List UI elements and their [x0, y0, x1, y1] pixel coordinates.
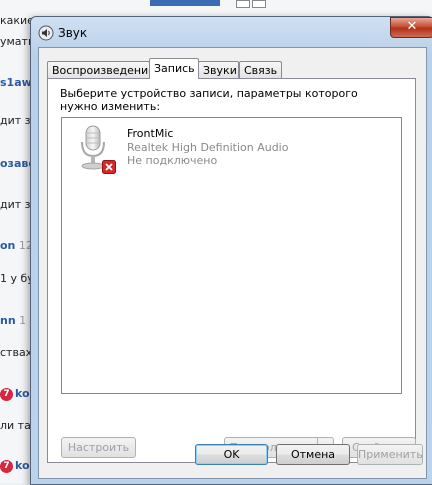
background-line-text[interactable]: ko	[15, 459, 30, 472]
device-item-frontmic[interactable]: FrontMic Realtek High Definition Audio Н…	[76, 124, 376, 174]
instructions-text: Выберите устройство записи, параметры ко…	[60, 87, 358, 113]
ok-button[interactable]: OK	[195, 444, 268, 465]
background-link[interactable]: on 12	[0, 239, 33, 252]
sound-dialog: Звук ✕ Воспроизведение Запись Звуки Связ…	[30, 16, 432, 485]
device-status: Не подключено	[127, 154, 218, 167]
background-link[interactable]: nn 1	[0, 314, 26, 327]
disconnected-x-icon	[102, 160, 116, 174]
background-top-checkbox[interactable]	[252, 0, 266, 8]
recording-device-list[interactable]: FrontMic Realtek High Definition Audio Н…	[61, 117, 402, 394]
background-text: какие	[0, 14, 34, 27]
rating-badge: 7	[0, 387, 13, 401]
background-top-link[interactable]	[150, 0, 220, 6]
speaker-icon	[38, 25, 54, 41]
rating-badge: 7	[0, 459, 13, 473]
title-bar[interactable]: Звук ✕	[31, 17, 432, 47]
tab-recording[interactable]: Запись	[149, 58, 199, 79]
window-title: Звук	[58, 26, 88, 40]
background-line-text[interactable]: nn	[0, 314, 16, 327]
background-line-text[interactable]: s1aw	[0, 76, 32, 89]
device-description: Realtek High Definition Audio	[127, 141, 289, 154]
background-text: ствах	[0, 346, 32, 359]
background-line-text[interactable]: ko	[15, 387, 30, 400]
tab-communications[interactable]: Связь	[239, 61, 282, 78]
background-line-text: ствах	[0, 346, 33, 359]
device-name: FrontMic	[127, 127, 174, 140]
background-line-text: какие	[0, 14, 34, 27]
configure-button[interactable]: Настроить	[61, 437, 136, 458]
background-top-checkbox[interactable]	[236, 0, 250, 8]
background-line-text[interactable]: on	[0, 239, 15, 252]
background-link[interactable]: 7 ko	[0, 459, 30, 473]
background-link[interactable]: 7 ko	[0, 387, 30, 401]
background-meta: 1	[15, 314, 27, 327]
tab-playback[interactable]: Воспроизведение	[47, 61, 155, 78]
recording-panel: Выберите устройство записи, параметры ко…	[47, 78, 416, 463]
cancel-button[interactable]: Отмена	[276, 444, 350, 465]
close-button[interactable]: ✕	[390, 17, 432, 38]
tab-sounds[interactable]: Звуки	[198, 61, 239, 78]
dialog-body: Воспроизведение Запись Звуки Связь Выбер…	[38, 47, 427, 479]
background-link[interactable]: s1aw	[0, 76, 32, 89]
apply-button[interactable]: Применить	[357, 444, 423, 465]
